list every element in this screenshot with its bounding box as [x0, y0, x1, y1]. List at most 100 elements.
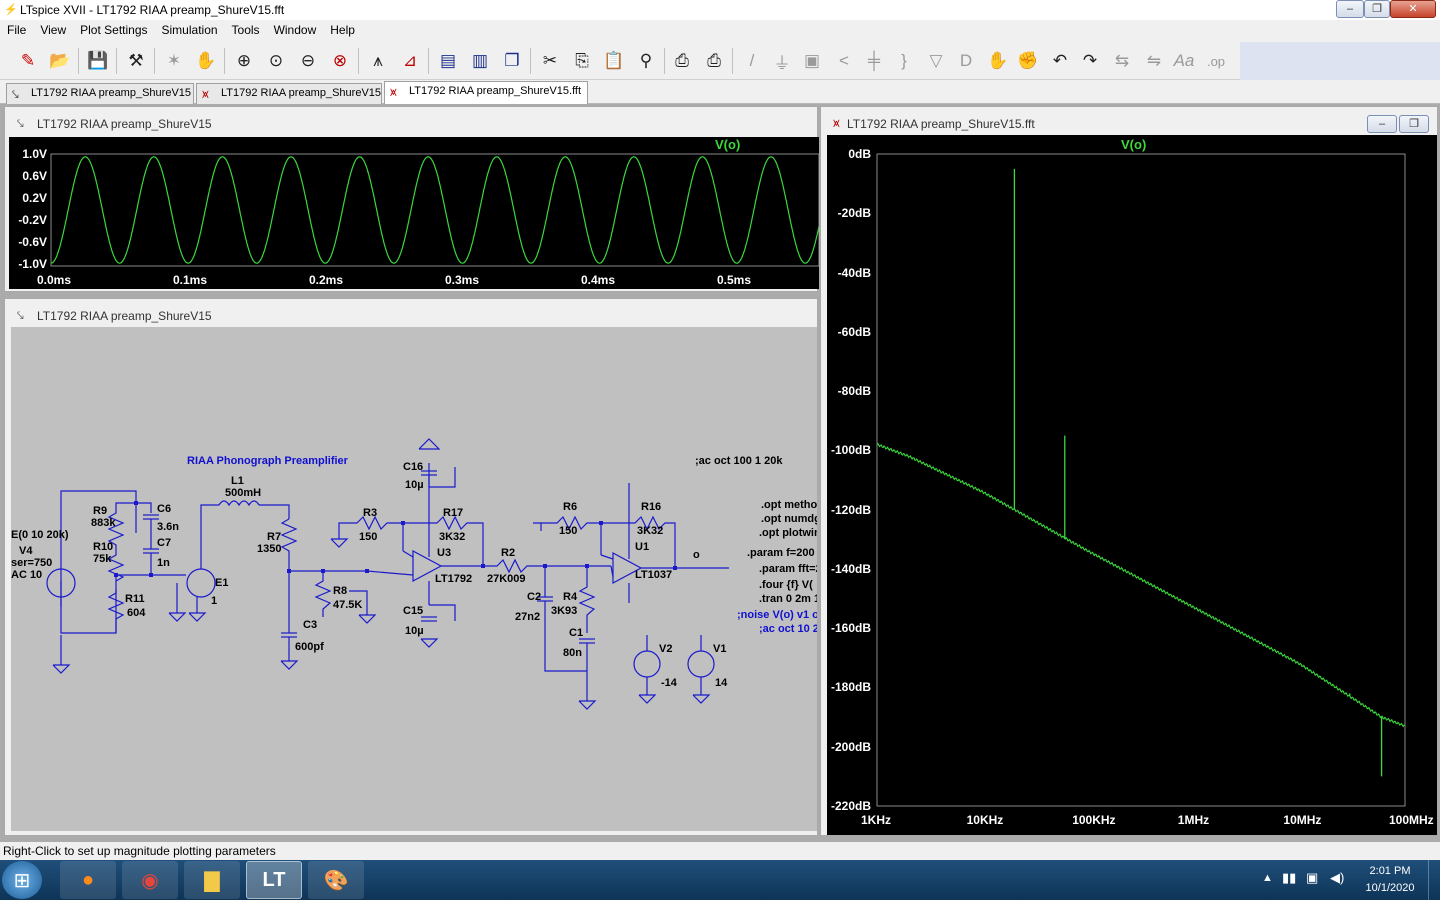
tab-schematic[interactable]: ⤥ LT1792 RIAA preamp_ShureV15 [6, 83, 194, 104]
rotate-icon[interactable]: ⇆ [1108, 48, 1136, 74]
firefox-icon[interactable]: ● [60, 861, 116, 899]
ac-oct-comment[interactable]: ;ac oct 10 20 [759, 623, 817, 635]
tray-show-hidden-icon[interactable]: ▲ [1262, 872, 1273, 884]
noise-comment[interactable]: ;noise V(o) v1 oc [737, 609, 817, 621]
chrome-icon[interactable]: ◉ [122, 861, 178, 899]
paint-icon[interactable]: 🎨 [308, 861, 364, 899]
c6-label[interactable]: C6 [157, 503, 171, 515]
zoom-out-icon[interactable]: ⊖ [294, 48, 322, 74]
v1-label[interactable]: V1 [713, 643, 726, 655]
directive-four[interactable]: .four {f} V( [759, 579, 813, 591]
resistor-icon[interactable]: < [830, 48, 858, 74]
c3-label[interactable]: C3 [303, 619, 317, 631]
minimize-button[interactable]: – [1336, 0, 1364, 18]
mirror-icon[interactable]: ⇋ [1140, 48, 1168, 74]
tile-vertical-icon[interactable]: ▥ [466, 48, 494, 74]
r2-label[interactable]: R2 [501, 547, 515, 559]
clock-date[interactable]: 10/1/2020 [1360, 882, 1420, 894]
directive-opt-plotwins[interactable]: .opt plotwins [759, 527, 817, 539]
text-icon[interactable]: Aa [1170, 48, 1198, 74]
menu-help[interactable]: Help [323, 20, 362, 37]
redo-icon[interactable]: ↷ [1076, 48, 1104, 74]
diode-icon[interactable]: ▽ [922, 48, 950, 74]
tile-horizontal-icon[interactable]: ▤ [434, 48, 462, 74]
draw-wire-icon[interactable]: / [738, 48, 766, 74]
start-button[interactable]: ⊞ [2, 861, 42, 899]
find-icon[interactable]: ⚲ [632, 48, 660, 74]
open-icon[interactable]: 📂 [46, 48, 74, 74]
menu-window[interactable]: Window [267, 20, 324, 37]
r10-label[interactable]: R10 [93, 541, 113, 553]
menu-tools[interactable]: Tools [225, 20, 267, 37]
control-panel-icon[interactable]: ⚒ [122, 48, 150, 74]
network-icon[interactable]: ▮▮ [1282, 870, 1296, 886]
clock-time[interactable]: 2:01 PM [1360, 865, 1420, 877]
u3-label[interactable]: U3 [437, 547, 451, 559]
r8-label[interactable]: R8 [333, 585, 347, 597]
u1-label[interactable]: U1 [635, 541, 649, 553]
copy-icon[interactable]: ⎘ [568, 48, 596, 74]
tab-waveform[interactable]: ⩙ LT1792 RIAA preamp_ShureV15 [196, 83, 382, 104]
directive-param-fft[interactable]: .param fft=2 [759, 563, 817, 575]
component-icon[interactable]: D [952, 48, 980, 74]
autorange-icon[interactable]: ⩚ [364, 48, 392, 74]
spice-directive-icon[interactable]: .op [1202, 48, 1230, 74]
r11-label[interactable]: R11 [125, 593, 145, 605]
label-net-icon[interactable]: ▣ [798, 48, 826, 74]
c15-label[interactable]: C15 [403, 605, 423, 617]
inductor-icon[interactable]: } [890, 48, 918, 74]
r6-label[interactable]: R6 [563, 501, 577, 513]
print-preview-icon[interactable]: ⎙ [700, 48, 728, 74]
drag-icon[interactable]: ✊ [1014, 48, 1042, 74]
capacitor-icon[interactable]: ╪ [860, 48, 888, 74]
c2-label[interactable]: C2 [527, 591, 541, 603]
fft-maximize-button[interactable]: ❐ [1399, 115, 1429, 133]
zoom-in-icon[interactable]: ⊕ [230, 48, 258, 74]
cut-icon[interactable]: ✂ [536, 48, 564, 74]
zoom-pan-icon[interactable]: ⊙ [262, 48, 290, 74]
zoom-fit-icon[interactable]: ⊗ [326, 48, 354, 74]
r9-label[interactable]: R9 [93, 505, 107, 517]
ltspice-icon[interactable]: LT [246, 861, 302, 899]
fft-plot-area[interactable]: V(o) 0dB -20dB -40dB -60dB -80dB -100dB -120dB… [827, 135, 1437, 835]
cascade-icon[interactable]: ❐ [498, 48, 526, 74]
r7-label[interactable]: R7 [267, 531, 281, 543]
directive-tran[interactable]: .tran 0 2m 1 [759, 593, 817, 605]
halt-icon[interactable]: ✋ [192, 48, 220, 74]
e1-label[interactable]: E1 [215, 577, 228, 589]
r17-label[interactable]: R17 [443, 507, 463, 519]
directive-opt-method[interactable]: .opt method [761, 499, 817, 511]
directive-opt-numdgt[interactable]: .opt numdgt [761, 513, 817, 525]
close-button[interactable]: ✕ [1390, 0, 1436, 18]
new-schematic-icon[interactable]: ✎ [14, 48, 42, 74]
save-icon[interactable]: 💾 [84, 48, 112, 74]
waveform-plot-area[interactable]: V(o) 1.0V 0.6V 0.2V -0.2V -0.6V -1.0V 0.… [9, 137, 819, 289]
ac-comment[interactable]: ;ac oct 100 1 20k [695, 455, 782, 467]
schematic-canvas[interactable]: RIAA Phonograph Preamplifier ;ac oct 100… [11, 327, 817, 831]
undo-icon[interactable]: ↶ [1046, 48, 1074, 74]
v4-label[interactable]: V4 [19, 545, 32, 557]
move-icon[interactable]: ✋ [984, 48, 1012, 74]
r16-label[interactable]: R16 [641, 501, 661, 513]
l1-label[interactable]: L1 [231, 475, 244, 487]
show-desktop-button[interactable] [1428, 860, 1440, 900]
print-icon[interactable]: ⎙ [668, 48, 696, 74]
maximize-button[interactable]: ❐ [1364, 0, 1390, 18]
explorer-icon[interactable]: ▇ [184, 861, 240, 899]
r3-label[interactable]: R3 [363, 507, 377, 519]
pick-visible-traces-icon[interactable]: ⊿ [396, 48, 424, 74]
menu-view[interactable]: View [33, 20, 73, 37]
run-icon[interactable]: ✶ [160, 48, 188, 74]
menu-plot-settings[interactable]: Plot Settings [73, 20, 154, 37]
fft-minimize-button[interactable]: – [1367, 115, 1397, 133]
c16-label[interactable]: C16 [403, 461, 423, 473]
volume-icon[interactable]: ◀) [1330, 870, 1344, 886]
menu-file[interactable]: File [0, 20, 33, 37]
tab-fft[interactable]: ⩙ LT1792 RIAA preamp_ShureV15.fft [384, 81, 588, 104]
menu-simulation[interactable]: Simulation [155, 20, 225, 37]
c1-label[interactable]: C1 [569, 627, 583, 639]
c7-label[interactable]: C7 [157, 537, 171, 549]
directive-param-f[interactable]: .param f=200 [747, 547, 815, 559]
ground-icon[interactable]: ⏚ [768, 48, 796, 74]
output-net-label[interactable]: o [693, 549, 700, 561]
